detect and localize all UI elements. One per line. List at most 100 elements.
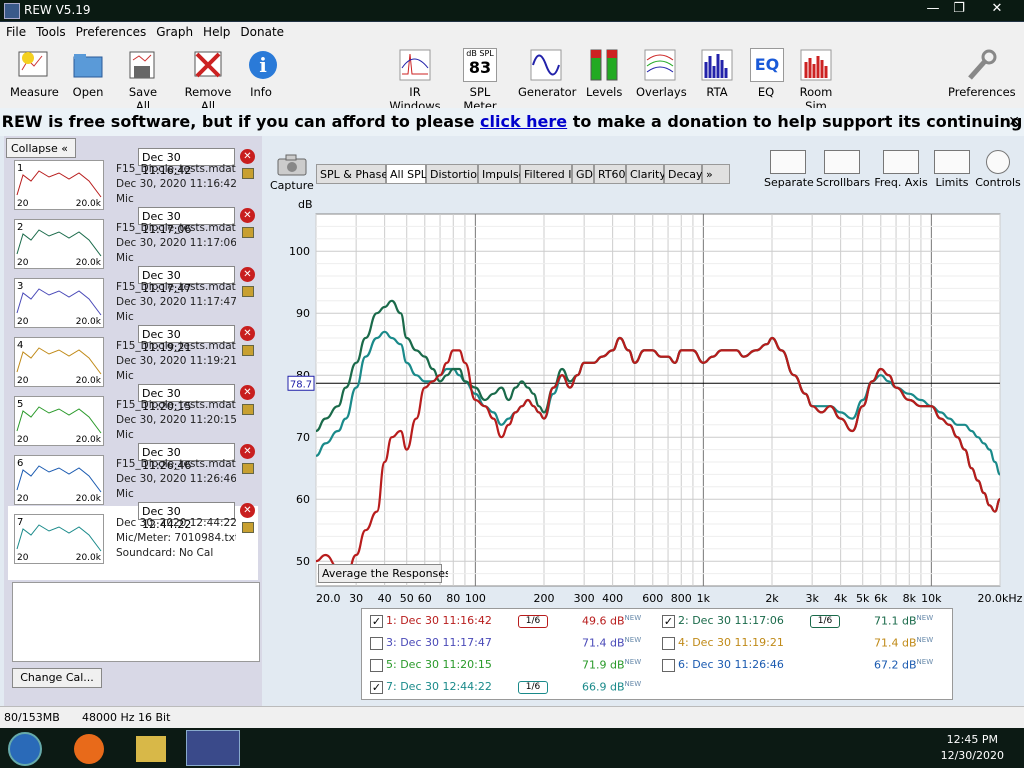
series-checkbox[interactable] (662, 637, 675, 650)
remove-all-button[interactable]: Remove All (178, 48, 238, 113)
y-tick-label: 100 (289, 245, 310, 258)
overlays-button[interactable]: Overlays (636, 48, 687, 99)
average-button-wrapper: Average the Responses (318, 564, 448, 583)
new-badge: NEW (916, 614, 934, 622)
folder-icon (73, 54, 103, 78)
x-tick-label: 50 (400, 592, 414, 605)
x-tick-label: 20.0 (316, 592, 341, 605)
menu-file[interactable]: File (0, 22, 30, 39)
x-tick-label: 1k (697, 592, 711, 605)
x-tick-label: 4k (834, 592, 848, 605)
ir-windows-button[interactable]: IR Windows (384, 48, 446, 113)
info-button[interactable]: i Info (246, 48, 277, 99)
new-badge: NEW (624, 614, 642, 622)
series-checkbox[interactable] (662, 659, 675, 672)
series-level: 67.2 dBNEW (874, 658, 933, 672)
save-all-button[interactable]: Save All (120, 48, 166, 113)
series-level: 71.1 dBNEW (874, 614, 933, 628)
rew-taskbar-icon[interactable] (186, 730, 240, 766)
x-tick-label: 5k (856, 592, 870, 605)
eq-button[interactable]: EQ EQ (750, 48, 784, 99)
smoothing-badge[interactable]: 1/6 (810, 615, 840, 628)
x-tick-label: 3k (805, 592, 819, 605)
series-checkbox[interactable]: ✓ (662, 615, 675, 628)
remove-icon (194, 51, 222, 78)
series-level: 71.4 dBNEW (582, 636, 641, 650)
overlays-icon (644, 49, 676, 81)
taskbar: 12:45 PM 12/30/2020 (0, 728, 1024, 768)
open-label: Open (72, 85, 104, 99)
eq-label: EQ (757, 85, 775, 99)
series-level-value: 49.6 dB (582, 614, 625, 628)
series-level-value: 71.9 dB (582, 658, 625, 672)
series-checkbox[interactable] (370, 659, 383, 672)
status-bar: 80/153MB 48000 Hz 16 Bit (0, 706, 1024, 728)
spl-meter-icon: dB SPL 83 (463, 48, 497, 82)
levels-button[interactable]: Levels (586, 48, 622, 99)
x-tick-label: 60 (418, 592, 432, 605)
average-responses-button[interactable]: Average the Responses (318, 564, 448, 583)
x-tick-label: 30 (349, 592, 363, 605)
clock[interactable]: 12:45 PM 12/30/2020 (941, 732, 1004, 764)
generator-button[interactable]: Generator (518, 48, 577, 99)
memory-status: 80/153MB (4, 711, 60, 724)
preferences-button[interactable]: Preferences (948, 48, 1016, 99)
x-tick-label: 100 (465, 592, 486, 605)
rta-button[interactable]: RTA (700, 48, 734, 99)
series-level-value: 71.1 dB (874, 614, 917, 628)
series-level: 71.9 dBNEW (582, 658, 641, 672)
series-checkbox[interactable] (370, 637, 383, 650)
series-checkbox[interactable]: ✓ (370, 615, 383, 628)
new-badge: NEW (624, 658, 642, 666)
cursor-level-label: 78.7 (290, 379, 312, 390)
generator-label: Generator (518, 85, 577, 99)
x-tick-label: 400 (602, 592, 623, 605)
menu-preferences[interactable]: Preferences (70, 22, 151, 39)
rew-app-icon (4, 3, 20, 19)
menu-donate[interactable]: Donate (234, 22, 288, 39)
x-tick-label: 6k (874, 592, 888, 605)
start-button[interactable] (8, 732, 42, 766)
new-badge: NEW (624, 636, 642, 644)
donate-link[interactable]: click here (480, 112, 567, 131)
measure-button[interactable]: Measure (10, 48, 59, 99)
donate-banner: REW is free software, but if you can aff… (0, 108, 1024, 159)
y-tick-label: 90 (296, 307, 310, 320)
generator-icon (530, 49, 562, 81)
series-label: 4: Dec 30 11:19:21 (678, 636, 784, 649)
donate-text-pre: REW is free software, but if you can aff… (1, 112, 475, 131)
donate-close-button[interactable]: ✕ (1008, 108, 1020, 136)
minimize-button[interactable]: — (920, 0, 946, 18)
y-tick-label: 50 (296, 555, 310, 568)
menu-graph[interactable]: Graph (150, 22, 197, 39)
legend-panel: ✓ 1: Dec 30 11:16:42 1/6 49.6 dBNEW ✓ 2: Dec … (361, 608, 953, 700)
spl-meter-button[interactable]: dB SPL 83 SPL Meter (452, 48, 508, 113)
series-checkbox[interactable]: ✓ (370, 681, 383, 694)
spl-meter-value: 83 (468, 58, 492, 77)
menu-tools[interactable]: Tools (30, 22, 70, 39)
close-window-button[interactable]: ✕ (984, 0, 1010, 18)
room-sim-button[interactable]: Room Sim (790, 48, 842, 113)
smoothing-badge[interactable]: 1/6 (518, 681, 548, 694)
menu-help[interactable]: Help (197, 22, 234, 39)
x-tick-label: 2k (765, 592, 779, 605)
y-tick-label: 70 (296, 431, 310, 444)
toolbar: Measure Open Save All Remove All i Info I… (0, 44, 1024, 113)
clock-date: 12/30/2020 (940, 749, 1004, 762)
clock-time: 12:45 PM (946, 733, 998, 746)
explorer-taskbar-icon[interactable] (136, 736, 166, 762)
x-tick-label: 300 (574, 592, 595, 605)
open-button[interactable]: Open (70, 48, 106, 99)
svg-text:i: i (259, 53, 267, 77)
wrench-icon (968, 49, 997, 80)
eq-icon: EQ (750, 48, 784, 82)
x-tick-label: 80 (446, 592, 460, 605)
overlays-label: Overlays (636, 85, 687, 99)
rta-icon (701, 49, 733, 81)
sample-rate-status: 48000 Hz (82, 711, 135, 724)
firefox-taskbar-icon[interactable] (74, 734, 104, 764)
maximize-button[interactable]: ❐ (946, 0, 972, 18)
smoothing-badge[interactable]: 1/6 (518, 615, 548, 628)
series-label: 3: Dec 30 11:17:47 (386, 636, 492, 649)
main-area: Collapse « Dec 30 11:16:42 ✕ 1 20 20.0k F15_D… (0, 136, 1024, 706)
